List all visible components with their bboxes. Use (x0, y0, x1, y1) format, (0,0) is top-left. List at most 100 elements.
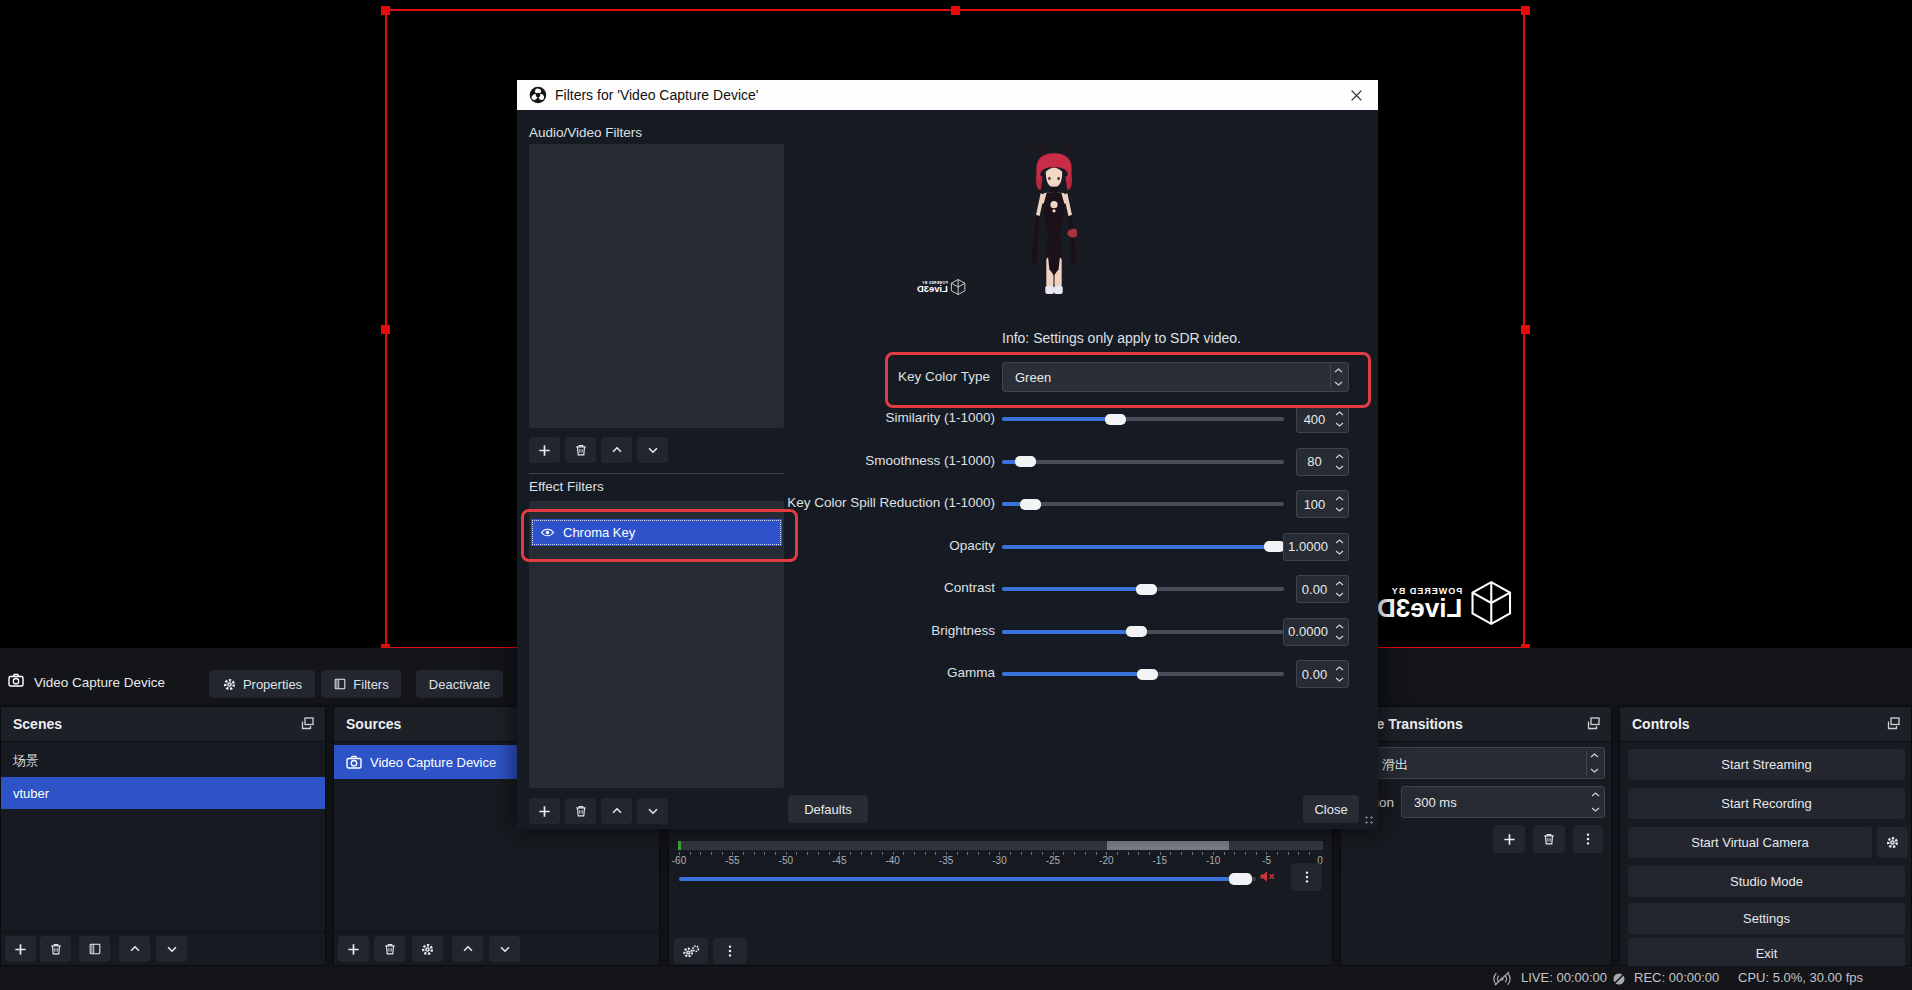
resize-grip[interactable] (1364, 815, 1374, 825)
scene-down-button[interactable] (156, 936, 187, 962)
vtuber-character (1021, 142, 1087, 294)
slider-thumb[interactable] (1264, 541, 1285, 552)
source-up-button[interactable] (452, 936, 483, 962)
av-filters-list[interactable] (529, 144, 784, 428)
bounding-box-handle[interactable] (1521, 325, 1530, 334)
scenes-toolbar (1, 931, 325, 965)
slider-thumb[interactable] (1136, 584, 1157, 595)
transition-select[interactable]: 滑出 (1349, 747, 1605, 779)
add-source-button[interactable] (338, 936, 369, 962)
scenes-panel: Scenes 场景vtuber (0, 706, 326, 966)
slider-thumb[interactable] (1015, 456, 1036, 467)
start-virtual-camera-button[interactable]: Start Virtual Camera (1628, 827, 1872, 858)
db-scale-label: -25 (1046, 855, 1060, 866)
key-value[interactable]: 100 (1296, 490, 1349, 518)
bounding-box-handle[interactable] (381, 6, 390, 15)
controls-header: Controls (1632, 716, 1690, 732)
remove-source-button[interactable] (374, 936, 405, 962)
slider-label: Key Color Spill Reduction (1-1000) (667, 495, 995, 510)
filters-dialog: Filters for 'Video Capture Device' Audio… (517, 80, 1378, 829)
record-status-icon (1612, 972, 1626, 989)
deactivate-button[interactable]: Deactivate (416, 670, 503, 698)
mixer-item-menu-button[interactable] (1291, 863, 1322, 891)
close-button[interactable]: Close (1303, 795, 1359, 823)
smoothness-slider[interactable] (1002, 460, 1284, 464)
bounding-box-handle[interactable] (1521, 6, 1530, 15)
slider-thumb[interactable] (1137, 669, 1158, 680)
advanced-audio-button[interactable] (674, 938, 708, 964)
source-down-button[interactable] (489, 936, 520, 962)
sources-header: Sources (346, 716, 401, 732)
duration-spinbox[interactable]: 300 ms (1401, 786, 1605, 818)
slider-label: Smoothness (1-1000) (667, 453, 995, 468)
scene-up-button[interactable] (119, 936, 150, 962)
slider-label: Brightness (667, 623, 995, 638)
slider-label: Contrast (667, 580, 995, 595)
smoothness-value[interactable]: 80 (1296, 448, 1349, 476)
slider-thumb[interactable] (1020, 499, 1041, 510)
exit-button[interactable]: Exit (1628, 938, 1905, 969)
brightness-value[interactable]: 0.0000 (1283, 618, 1349, 646)
annotation-chroma-key (521, 509, 798, 562)
av-filter-down-button[interactable] (637, 437, 668, 463)
dialog-title: Filters for 'Video Capture Device' (555, 87, 759, 103)
mute-icon[interactable] (1259, 869, 1276, 888)
transition-menu-button[interactable] (1573, 825, 1603, 853)
slider-thumb[interactable] (1126, 626, 1147, 637)
slider-thumb[interactable] (1105, 414, 1126, 425)
cpu-usage: CPU: 5.0%, 30.00 fps (1738, 970, 1863, 985)
effect-filter-up-button[interactable] (601, 798, 632, 824)
defaults-button[interactable]: Defaults (788, 795, 868, 823)
remove-scene-button[interactable] (40, 936, 71, 962)
key-slider[interactable] (1002, 502, 1284, 506)
add-transition-button[interactable] (1493, 825, 1525, 853)
annotation-key-color-type (885, 352, 1371, 408)
effect-add-filter-button[interactable] (529, 798, 560, 824)
scene-item-2[interactable]: vtuber (1, 777, 325, 809)
scene-item-1[interactable]: 场景 (1, 745, 325, 777)
studio-mode-button[interactable]: Studio Mode (1628, 866, 1905, 897)
scenes-header: Scenes (13, 716, 62, 732)
db-scale-label: -5 (1262, 855, 1271, 866)
effect-filter-down-button[interactable] (637, 798, 668, 824)
virtual-camera-config-button[interactable] (1877, 827, 1908, 858)
source-properties-button[interactable] (412, 936, 443, 962)
contrast-value[interactable]: 0.00 (1296, 575, 1349, 603)
filters-button[interactable]: Filters (321, 670, 401, 698)
opacity-value[interactable]: 1.0000 (1283, 533, 1349, 561)
add-scene-button[interactable] (5, 936, 36, 962)
bounding-box-handle[interactable] (381, 325, 390, 334)
av-remove-filter-button[interactable] (565, 437, 596, 463)
volume-slider-thumb[interactable] (1229, 873, 1252, 885)
controls-panel: Controls Start Streaming Start Recording S… (1619, 706, 1912, 966)
cube-icon (1468, 578, 1514, 628)
scene-filters-button[interactable] (79, 936, 110, 962)
db-scale-label: -45 (832, 855, 846, 866)
av-filters-label: Audio/Video Filters (529, 125, 642, 140)
sdr-info-text: Info: Settings only apply to SDR video. (1002, 330, 1241, 346)
popout-icon[interactable] (1885, 715, 1903, 733)
db-scale-label: -20 (1099, 855, 1113, 866)
similarity-value[interactable]: 400 (1296, 405, 1349, 433)
mixer-menu-button[interactable] (713, 938, 747, 964)
settings-button[interactable]: Settings (1628, 903, 1905, 934)
properties-button[interactable]: Properties (209, 670, 315, 698)
live-time: LIVE: 00:00:00 (1521, 970, 1607, 985)
remove-transition-button[interactable] (1533, 825, 1565, 853)
status-bar: LIVE: 00:00:00 REC: 00:00:00 CPU: 5.0%, … (0, 966, 1912, 990)
start-recording-button[interactable]: Start Recording (1628, 788, 1905, 819)
slider-label: Gamma (667, 665, 995, 680)
effect-remove-filter-button[interactable] (565, 798, 596, 824)
popout-icon[interactable] (1585, 715, 1603, 733)
av-add-filter-button[interactable] (529, 437, 560, 463)
popout-icon[interactable] (299, 715, 317, 733)
effect-filters-label: Effect Filters (529, 479, 604, 494)
gamma-value[interactable]: 0.00 (1296, 660, 1349, 688)
bounding-box-handle[interactable] (951, 6, 960, 15)
watermark-line2: Live3D (1377, 596, 1462, 620)
av-filter-up-button[interactable] (601, 437, 632, 463)
dialog-titlebar[interactable]: Filters for 'Video Capture Device' (517, 80, 1378, 110)
start-streaming-button[interactable]: Start Streaming (1628, 749, 1905, 780)
close-icon[interactable] (1350, 88, 1366, 104)
db-scale-label: -60 (672, 855, 686, 866)
